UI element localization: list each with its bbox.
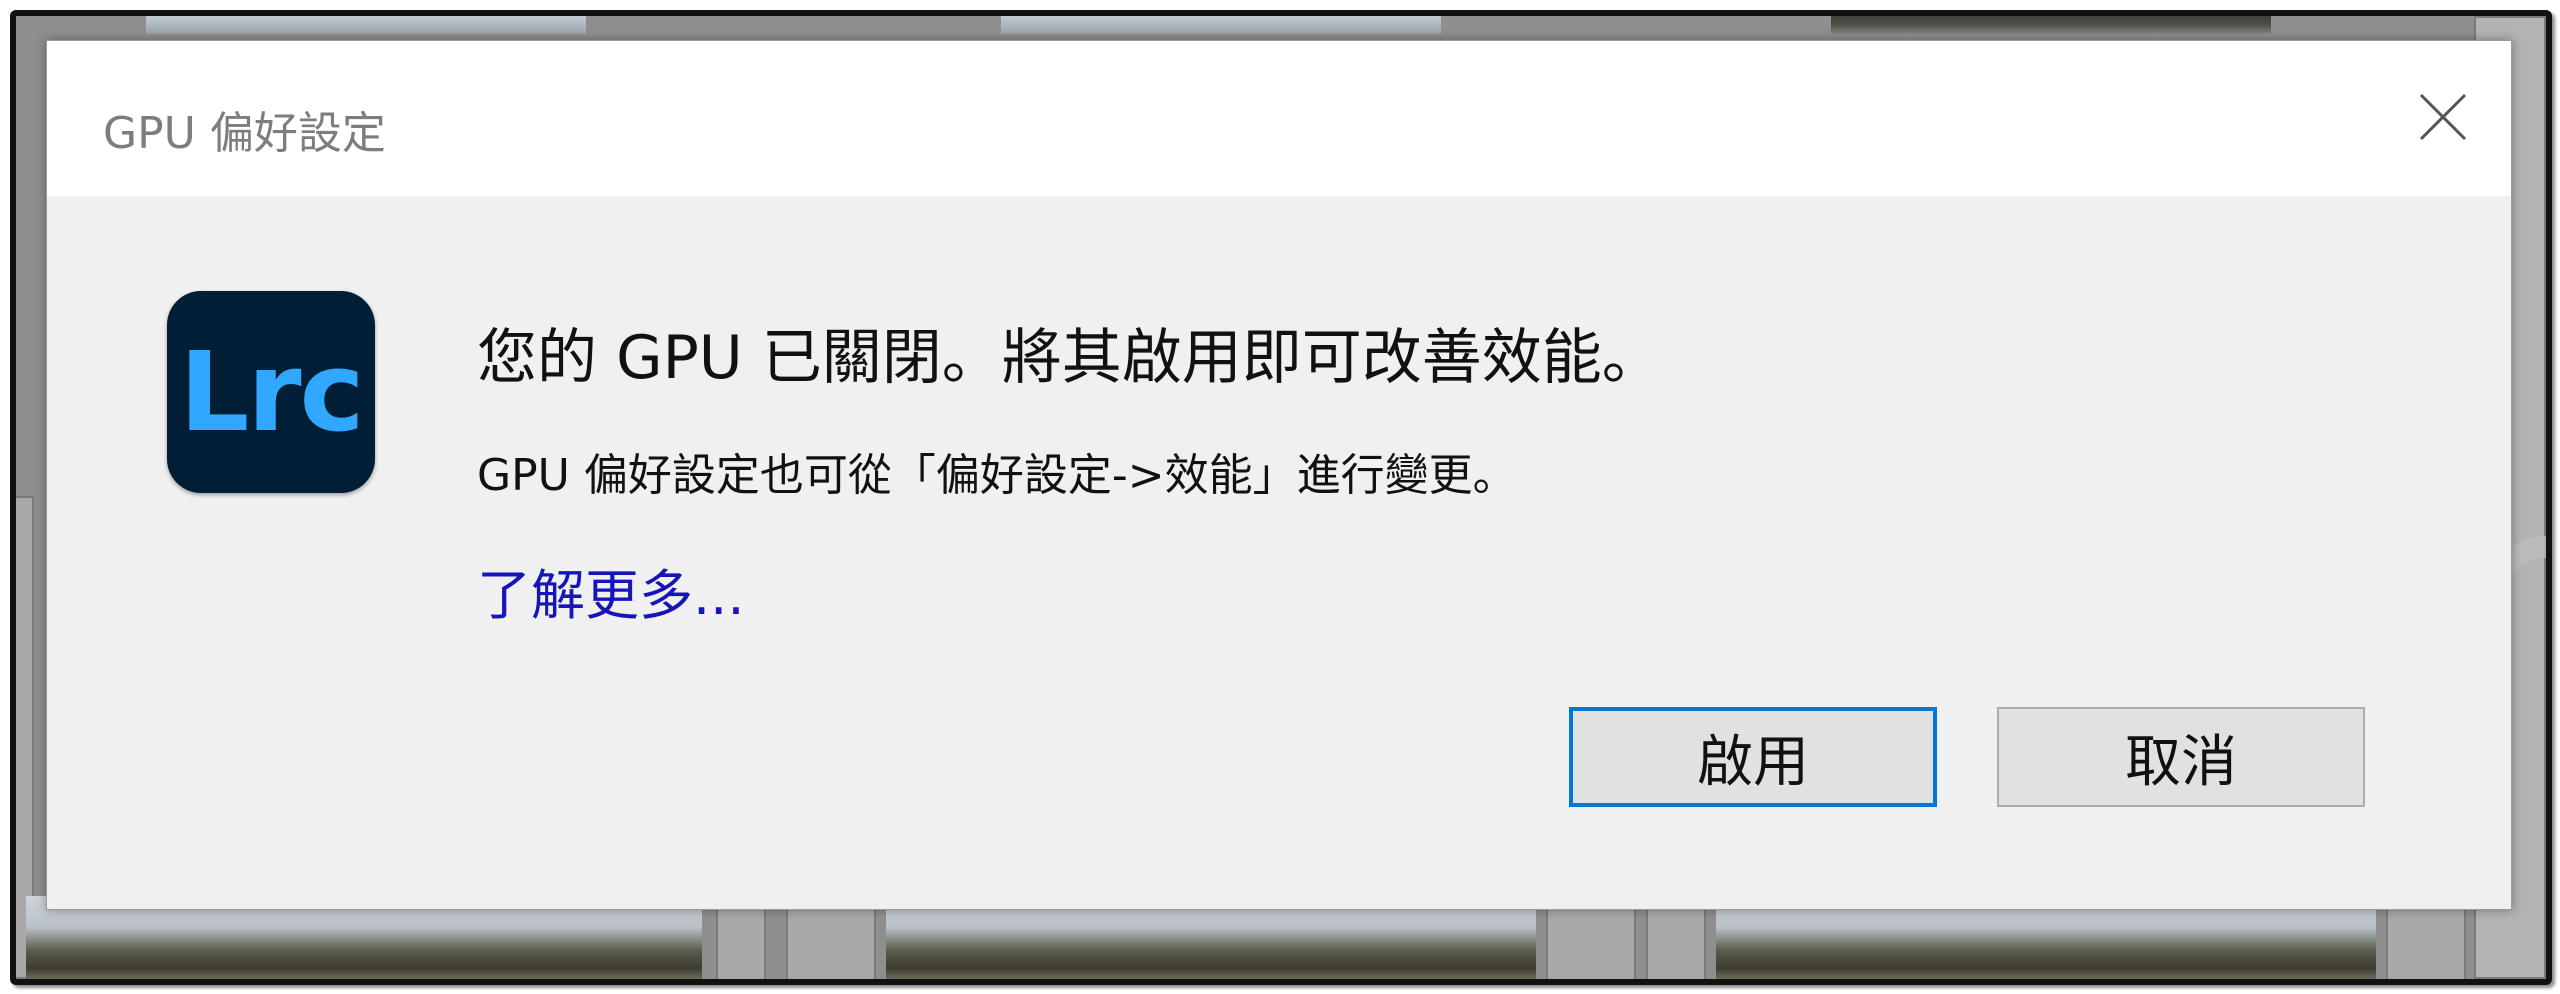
thumbnail[interactable] [1831, 16, 2271, 34]
learn-more-link[interactable]: 了解更多... [477, 551, 745, 630]
cancel-button[interactable]: 取消 [1997, 707, 2365, 807]
gpu-preferences-dialog: GPU 偏好設定 Lrc 您的 GPU 已關閉。將其啟用即可改善效能。 GPU … [46, 40, 2512, 910]
thumbnail[interactable] [1001, 16, 1441, 34]
lightroom-classic-app-icon: Lrc [167, 291, 375, 493]
dialog-titlebar: GPU 偏好設定 [47, 41, 2511, 196]
dialog-title: GPU 偏好設定 [103, 108, 386, 159]
screenshot-frame: GPU 偏好設定 Lrc 您的 GPU 已關閉。將其啟用即可改善效能。 GPU … [10, 10, 2552, 985]
close-button[interactable] [2415, 89, 2471, 145]
close-icon [2419, 93, 2467, 141]
thumbnail[interactable] [146, 16, 586, 34]
app-icon-label: Lrc [179, 328, 365, 456]
dialog-headline: 您的 GPU 已關閉。將其啟用即可改善效能。 [477, 323, 1662, 393]
enable-button[interactable]: 啟用 [1569, 707, 1937, 807]
dialog-subline: GPU 偏好設定也可從「偏好設定->效能」進行變更。 [477, 450, 1517, 501]
